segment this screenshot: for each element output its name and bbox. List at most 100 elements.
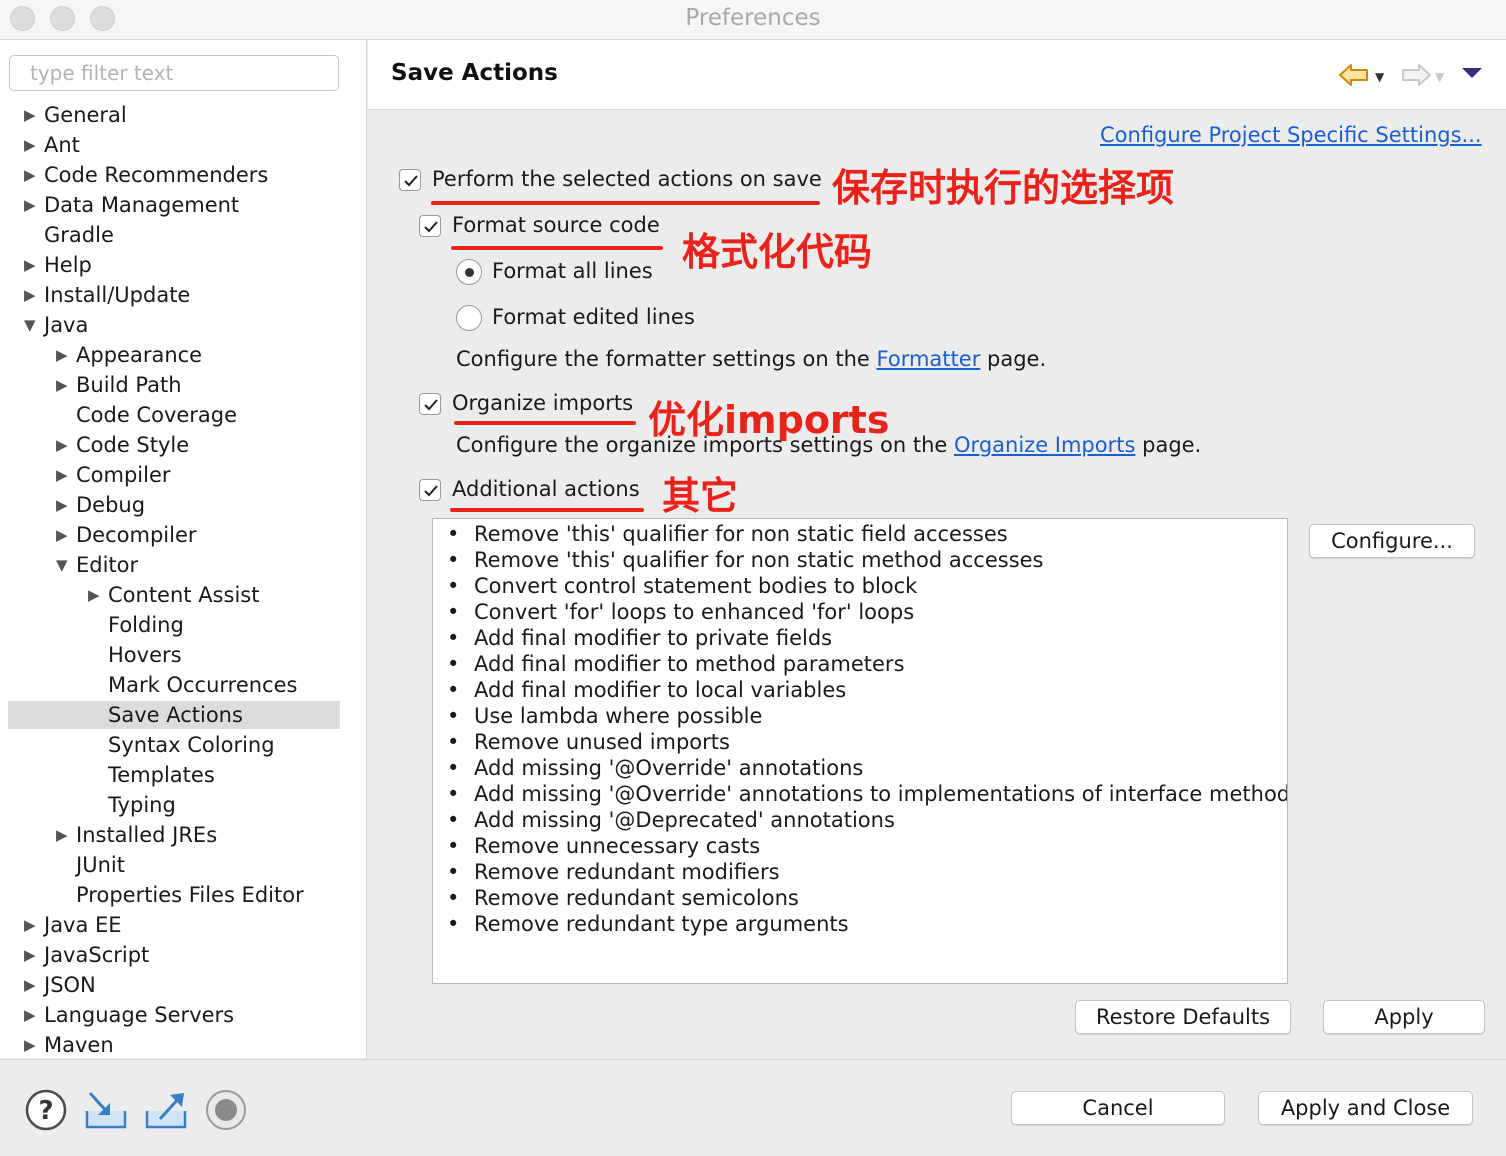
checkmark-icon xyxy=(424,485,438,497)
tree-item-help[interactable]: ▶ Help xyxy=(0,250,360,280)
record-button[interactable] xyxy=(205,1089,247,1131)
back-arrow-icon xyxy=(1339,64,1368,86)
view-menu-icon[interactable] xyxy=(1462,68,1482,78)
tree-item-decompiler[interactable]: ▶ Decompiler xyxy=(0,520,360,550)
expand-arrow-icon[interactable]: ▶ xyxy=(24,940,42,970)
restore-defaults-button[interactable]: Restore Defaults xyxy=(1075,1000,1291,1034)
tree-item-properties-files-editor[interactable]: Properties Files Editor xyxy=(0,880,360,910)
expand-arrow-icon[interactable]: ▶ xyxy=(24,1000,42,1030)
expand-arrow-icon[interactable]: ▶ xyxy=(24,100,42,130)
tree-item-ant[interactable]: ▶ Ant xyxy=(0,130,360,160)
format-source-checkbox[interactable] xyxy=(419,215,441,237)
tree-item-label: Templates xyxy=(108,763,215,787)
tree-item-templates[interactable]: Templates xyxy=(0,760,360,790)
expand-arrow-icon[interactable]: ▶ xyxy=(56,820,74,850)
list-item: • Add missing '@Override' annotations xyxy=(433,755,1287,781)
list-item: • Convert 'for' loops to enhanced 'for' l… xyxy=(433,599,1287,625)
list-item-text: Convert 'for' loops to enhanced 'for' lo… xyxy=(474,600,915,624)
tree-item-content-assist[interactable]: ▶ Content Assist xyxy=(0,580,360,610)
tree-item-json[interactable]: ▶ JSON xyxy=(0,970,360,1000)
tree-item-language-servers[interactable]: ▶ Language Servers xyxy=(0,1000,360,1030)
bullet-icon: • xyxy=(447,652,460,676)
list-item: • Add final modifier to local variables xyxy=(433,677,1287,703)
tree-item-save-actions[interactable]: Save Actions xyxy=(0,700,360,730)
tree-item-data-management[interactable]: ▶ Data Management xyxy=(0,190,360,220)
tree-item-java-ee[interactable]: ▶ Java EE xyxy=(0,910,360,940)
expand-arrow-icon[interactable]: ▶ xyxy=(24,190,42,220)
format-all-lines-radio[interactable] xyxy=(456,259,482,285)
tree-item-maven[interactable]: ▶ Maven xyxy=(0,1030,360,1060)
tree-item-install-update[interactable]: ▶ Install/Update xyxy=(0,280,360,310)
page-header: Save Actions ▼ ▼ xyxy=(368,40,1506,110)
tree-item-general[interactable]: ▶ General xyxy=(0,100,360,130)
organize-imports-link[interactable]: Organize Imports xyxy=(954,433,1135,457)
formatter-link[interactable]: Formatter xyxy=(877,347,981,371)
tree-item-code-coverage[interactable]: Code Coverage xyxy=(0,400,360,430)
tree-item-mark-occurrences[interactable]: Mark Occurrences xyxy=(0,670,360,700)
expand-arrow-icon[interactable]: ▶ xyxy=(56,430,74,460)
expand-arrow-icon[interactable]: ▶ xyxy=(56,460,74,490)
additional-actions-list[interactable]: • Remove 'this' qualifier for non static … xyxy=(432,518,1288,984)
tree-item-gradle[interactable]: Gradle xyxy=(0,220,360,250)
perform-actions-checkbox[interactable] xyxy=(399,169,421,191)
configure-button[interactable]: Configure... xyxy=(1309,524,1475,558)
expand-arrow-icon[interactable]: ▶ xyxy=(56,490,74,520)
tree-item-code-recommenders[interactable]: ▶ Code Recommenders xyxy=(0,160,360,190)
tree-item-appearance[interactable]: ▶ Appearance xyxy=(0,340,360,370)
tree-item-java[interactable]: ▼ Java xyxy=(0,310,360,340)
expand-arrow-icon[interactable]: ▶ xyxy=(24,280,42,310)
forward-button[interactable] xyxy=(1400,62,1432,88)
collapse-arrow-icon[interactable]: ▼ xyxy=(56,550,74,580)
organize-imports-checkbox[interactable] xyxy=(419,393,441,415)
bullet-icon: • xyxy=(447,626,460,650)
expand-arrow-icon[interactable]: ▶ xyxy=(56,520,74,550)
collapse-arrow-icon[interactable]: ▼ xyxy=(24,310,42,340)
tree-item-javascript[interactable]: ▶ JavaScript xyxy=(0,940,360,970)
forward-dropdown-icon: ▼ xyxy=(1435,70,1445,84)
tree-item-folding[interactable]: Folding xyxy=(0,610,360,640)
import-button[interactable] xyxy=(84,1089,127,1131)
tree-item-label: JUnit xyxy=(76,853,125,877)
expand-arrow-icon[interactable]: ▶ xyxy=(24,1030,42,1060)
tree-item-syntax-coloring[interactable]: Syntax Coloring xyxy=(0,730,360,760)
filter-input[interactable] xyxy=(9,55,339,91)
tree-item-editor[interactable]: ▼ Editor xyxy=(0,550,360,580)
tree-item-compiler[interactable]: ▶ Compiler xyxy=(0,460,360,490)
tree-item-installed-jres[interactable]: ▶ Installed JREs xyxy=(0,820,360,850)
annotation-format: 格式化代码 xyxy=(682,230,873,274)
expand-arrow-icon[interactable]: ▶ xyxy=(24,250,42,280)
tree-item-code-style[interactable]: ▶ Code Style xyxy=(0,430,360,460)
project-specific-settings-link[interactable]: Configure Project Specific Settings... xyxy=(1100,123,1482,147)
bullet-icon: • xyxy=(447,756,460,780)
help-button[interactable]: ? xyxy=(25,1089,67,1131)
tree-item-debug[interactable]: ▶ Debug xyxy=(0,490,360,520)
list-item-text: Remove 'this' qualifier for non static f… xyxy=(474,522,1008,546)
expand-arrow-icon[interactable]: ▶ xyxy=(24,130,42,160)
tree-item-label: Data Management xyxy=(44,193,240,217)
annotation-underline xyxy=(454,421,636,425)
expand-arrow-icon[interactable]: ▶ xyxy=(56,370,74,400)
back-dropdown-icon[interactable]: ▼ xyxy=(1375,70,1384,84)
tree-item-hovers[interactable]: Hovers xyxy=(0,640,360,670)
tree-item-label: Content Assist xyxy=(108,583,260,607)
tree-item-label: Mark Occurrences xyxy=(108,673,298,697)
back-button[interactable] xyxy=(1338,62,1370,88)
expand-arrow-icon[interactable]: ▶ xyxy=(24,910,42,940)
apply-and-close-button[interactable]: Apply and Close xyxy=(1258,1091,1473,1125)
expand-arrow-icon[interactable]: ▶ xyxy=(24,160,42,190)
tree-item-label: Folding xyxy=(108,613,184,637)
export-icon xyxy=(145,1093,187,1129)
expand-arrow-icon[interactable]: ▶ xyxy=(24,970,42,1000)
list-item: • Remove unnecessary casts xyxy=(433,833,1287,859)
tree-item-junit[interactable]: JUnit xyxy=(0,850,360,880)
format-edited-lines-radio[interactable] xyxy=(456,305,482,331)
tree-item-typing[interactable]: Typing xyxy=(0,790,360,820)
export-button[interactable] xyxy=(144,1089,187,1131)
cancel-button[interactable]: Cancel xyxy=(1011,1091,1225,1125)
tree-item-build-path[interactable]: ▶ Build Path xyxy=(0,370,360,400)
expand-arrow-icon[interactable]: ▶ xyxy=(88,580,106,610)
additional-actions-checkbox[interactable] xyxy=(419,479,441,501)
expand-arrow-icon[interactable]: ▶ xyxy=(56,340,74,370)
apply-button[interactable]: Apply xyxy=(1323,1000,1485,1034)
bullet-icon: • xyxy=(447,782,460,806)
